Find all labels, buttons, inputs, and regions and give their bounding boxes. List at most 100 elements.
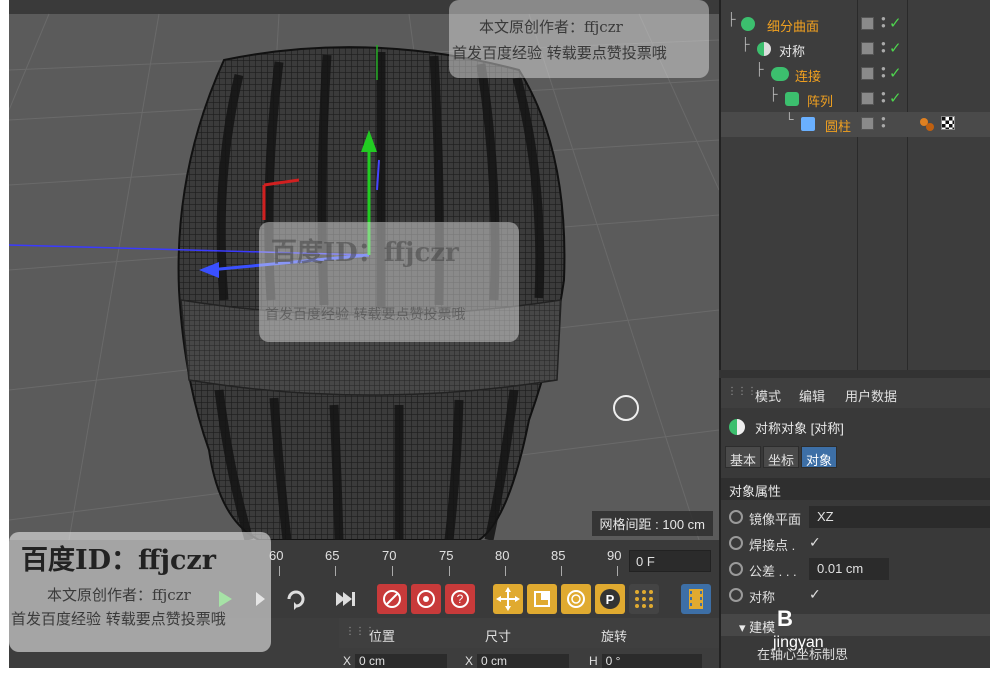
header-size: 尺寸 [485,629,512,644]
connect-icon [771,67,789,81]
animate-radio-icon[interactable] [729,562,743,576]
current-frame-field[interactable]: 0 F [629,550,711,572]
section-object-properties: 对象属性 [721,478,990,500]
enabled-check-icon[interactable]: ✓ [889,14,902,32]
section-label: 建模 [749,620,776,635]
tab-coord[interactable]: 坐标 [763,446,800,468]
animate-radio-icon[interactable] [729,588,743,602]
symmetry-icon [729,419,745,435]
visibility-dots-icon[interactable]: ● ● [881,40,886,55]
menu-mode[interactable]: 模式 [755,386,781,405]
object-label: 圆柱 [825,119,852,134]
object-row-cylinder[interactable]: └ 圆柱 ● ● [721,112,990,137]
svg-text:?: ? [457,592,464,606]
attribute-manager: ⋮⋮⋮ 模式 编辑 用户数据 对称对象 [对称] 基本 坐标 对象 对象属性 镜… [719,378,990,668]
layer-box-icon[interactable] [861,117,874,130]
array-icon [785,92,799,106]
object-row-connect[interactable]: ├ 连接 ● ● ✓ [721,62,990,87]
size-x-value[interactable]: 0 cm [477,654,570,668]
rotation-h-value[interactable]: 0 ° [601,654,702,668]
object-row-symmetry[interactable]: ├ 对称 ● ● ✓ [721,37,990,62]
collapse-triangle-icon: ▾ [739,620,746,635]
parameter-tool-button[interactable]: P [595,584,625,614]
enabled-check-icon[interactable]: ✓ [889,89,902,107]
autokey-button[interactable] [411,584,441,614]
watermark-publish-bottom: 首发百度经验 转载要点赞投票哦 [11,610,226,628]
watermark-author-bottom: 本文原创作者：ffjczr [47,586,191,604]
attribute-menu-bar: ⋮⋮⋮ 模式 编辑 用户数据 [721,378,990,408]
brand-logo: B [777,606,793,631]
symmetry-icon [757,42,771,56]
enabled-check-icon[interactable]: ✓ [889,64,902,82]
visibility-dots-icon[interactable]: ● ● [881,65,886,80]
object-row-array[interactable]: ├ 阵列 ● ● ✓ [721,87,990,112]
header-position: 位置 [369,629,396,644]
position-x-value[interactable]: 0 cm [355,654,448,668]
move-tool-button[interactable] [493,584,523,614]
visibility-dots-icon[interactable]: ● ● [881,90,886,105]
loop-button[interactable] [281,584,311,614]
attribute-object-title: 对称对象 [对称] [755,421,844,436]
point-level-button[interactable] [629,584,659,614]
cinema4d-window: 网格间距 : 100 cm ├ 细分曲面 ● ● ✓ ├ 对称 ● ● ✓ ├ 连接… [9,0,990,668]
section-construct[interactable]: ▾ 建模 [721,614,990,636]
enabled-check-icon[interactable]: ✓ [889,39,902,57]
rotate-tool-button[interactable] [561,584,591,614]
subdivision-surface-icon [741,17,755,31]
watermark-publish-center: 首发百度经验 转载要点赞投票哦 [265,307,466,323]
svg-text:P: P [606,592,615,607]
cursor-ring [613,395,639,421]
axis-label: X [465,654,474,668]
tick-label: 70 [382,548,397,563]
symmetry-checkbox[interactable]: ✓ [809,586,825,602]
watermark-author-top: 本文原创作者：ffjczr [479,18,623,36]
layer-box-icon[interactable] [861,42,874,55]
header-rotation: 旋转 [601,629,628,644]
tab-object[interactable]: 对象 [801,446,838,468]
tick-label: 75 [439,548,454,563]
tick-label: 60 [269,548,284,563]
param-label: 焊接点 . [749,538,796,553]
object-manager: ├ 细分曲面 ●● ✓ ├ 对称 ●● ✓ ├ 连接 ●● ✓ ├ 阵列 [719,0,990,370]
brand-text: jingyan [773,634,824,651]
layer-box-icon[interactable] [861,92,874,105]
scale-tool-button[interactable] [527,584,557,614]
animate-radio-icon[interactable] [729,536,743,550]
cylinder-icon [801,117,815,131]
animate-radio-icon[interactable] [729,510,743,524]
size-x-field[interactable]: X0 cm [465,654,570,668]
watermark-publish-top: 首发百度经验 转载要点赞投票哦 [452,44,667,62]
visibility-dots-icon[interactable]: ● ● [881,15,886,30]
tolerance-input[interactable]: 0.01 cm [809,558,889,580]
tab-basic[interactable]: 基本 [725,446,762,468]
layer-box-icon[interactable] [861,17,874,30]
grip-icon: ⋮⋮⋮ [727,386,757,397]
param-label: 对称 [749,590,776,605]
menu-user-data[interactable]: 用户数据 [845,386,897,405]
material-tag-icon[interactable] [919,117,935,131]
position-x-field[interactable]: X0 cm [343,654,448,668]
watermark-box-top [449,0,709,78]
object-label: 阵列 [807,94,834,109]
axis-label: H [589,654,598,668]
rotation-h-field[interactable]: H0 ° [589,654,702,668]
go-to-end-button[interactable] [329,584,359,614]
tick-label: 80 [495,548,510,563]
tick-label: 65 [325,548,340,563]
weld-points-checkbox[interactable]: ✓ [809,534,825,550]
menu-edit[interactable]: 编辑 [799,386,825,405]
param-symmetry: 对称 ✓ [721,582,990,608]
visibility-dots-icon[interactable]: ● ● [881,115,886,130]
object-row-subdivision[interactable]: ├ 细分曲面 ● ● ✓ [721,12,990,37]
axis-label: X [343,654,352,668]
param-weld-points: 焊接点 . ✓ [721,530,990,556]
watermark-id-center: 百度ID：ffjczr [271,238,459,268]
record-keyframe-button[interactable] [377,584,407,614]
watermark-id-bottom: 百度ID：ffjczr [21,545,216,576]
keyframe-help-button[interactable]: ? [445,584,475,614]
texture-tag-icon[interactable] [941,116,955,130]
param-label: 公差 . . . [749,564,797,579]
film-strip-button[interactable] [681,584,711,614]
layer-box-icon[interactable] [861,67,874,80]
mirror-plane-select[interactable]: XZ [809,506,990,528]
